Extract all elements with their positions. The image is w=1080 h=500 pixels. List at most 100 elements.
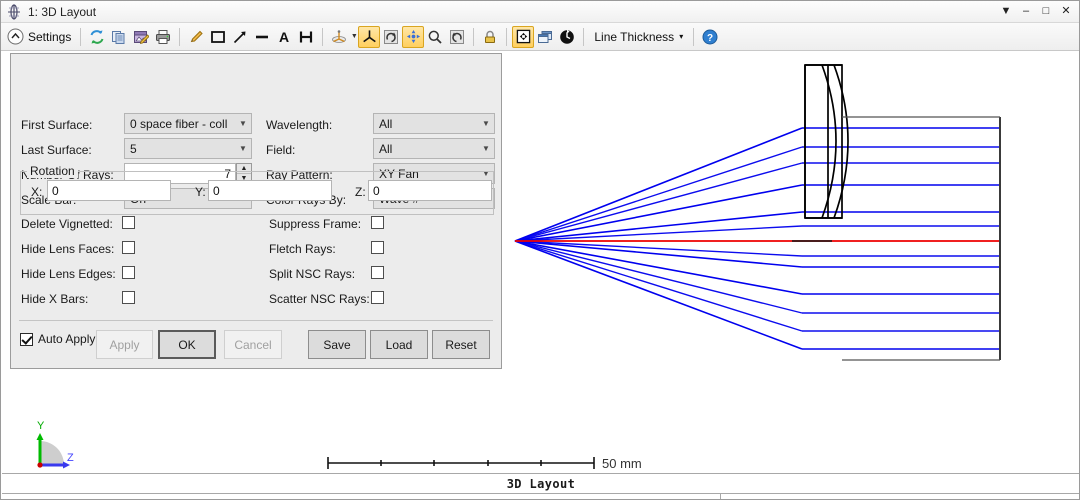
isometric-view-icon[interactable] bbox=[358, 25, 381, 48]
copy-icon[interactable] bbox=[108, 26, 130, 48]
settings-button[interactable]: Settings bbox=[5, 26, 75, 48]
fletch-rays-checkbox[interactable] bbox=[371, 241, 384, 254]
pencil-icon[interactable] bbox=[185, 26, 207, 48]
measure-icon[interactable] bbox=[295, 26, 317, 48]
reset-button[interactable]: Reset bbox=[432, 330, 490, 359]
toolbar-separator bbox=[473, 27, 475, 46]
rotation-y-value: 0 bbox=[213, 183, 220, 198]
rotation-y-label: Y: bbox=[195, 185, 206, 199]
refresh-icon[interactable] bbox=[86, 26, 108, 48]
svg-text:A: A bbox=[279, 29, 289, 45]
fletch-rays-label: Fletch Rays: bbox=[269, 242, 336, 256]
split-nsc-rays-checkbox[interactable] bbox=[371, 266, 384, 279]
auto-apply-label: Auto Apply bbox=[38, 332, 96, 346]
line-icon[interactable] bbox=[251, 26, 273, 48]
wavelength-combo[interactable]: All ▼ bbox=[373, 113, 495, 134]
wavelength-label: Wavelength: bbox=[266, 118, 333, 132]
chevron-down-icon: ▼ bbox=[482, 143, 490, 153]
last-surface-label: Last Surface: bbox=[21, 143, 92, 157]
window-close-button[interactable]: ✕ bbox=[1057, 3, 1075, 21]
last-surface-combo[interactable]: 5 ▼ bbox=[124, 138, 252, 159]
ok-button[interactable]: OK bbox=[158, 330, 216, 359]
chevron-down-icon: ▾ bbox=[679, 32, 684, 41]
text-icon[interactable]: A bbox=[273, 26, 295, 48]
print-icon[interactable] bbox=[152, 26, 174, 48]
first-surface-value: 0 space fiber - coll bbox=[130, 116, 228, 131]
app-window: 1: 3D Layout ▼ – □ ✕ Settings A ▼ Line T… bbox=[0, 0, 1080, 500]
orientation-caret-icon[interactable]: ▼ bbox=[350, 26, 358, 48]
hide-lens-faces-label: Hide Lens Faces: bbox=[21, 242, 115, 256]
rotation-x-label: X: bbox=[31, 185, 43, 199]
undo-zoom-icon[interactable] bbox=[446, 26, 468, 48]
fit-window-icon[interactable] bbox=[512, 25, 535, 48]
field-label: Field: bbox=[266, 143, 296, 157]
zoom-icon[interactable] bbox=[424, 26, 446, 48]
settings-label: Settings bbox=[28, 29, 72, 44]
rotation-group-title: Rotation bbox=[27, 164, 78, 178]
scatter-nsc-rays-checkbox[interactable] bbox=[371, 291, 384, 304]
last-surface-value: 5 bbox=[130, 141, 137, 156]
orientation-icon[interactable] bbox=[328, 26, 350, 48]
axis-y-label: Y bbox=[37, 420, 45, 432]
toolbar: Settings A ▼ Line Thickness ▾ ? bbox=[1, 23, 1079, 51]
load-button[interactable]: Load bbox=[370, 330, 428, 359]
delete-vignetted-checkbox[interactable] bbox=[122, 216, 135, 229]
window-minimize-button[interactable]: – bbox=[1017, 3, 1035, 21]
rotate-icon[interactable] bbox=[380, 26, 402, 48]
toolbar-separator bbox=[179, 27, 181, 46]
rectangle-icon[interactable] bbox=[207, 26, 229, 48]
hide-x-bars-checkbox[interactable] bbox=[122, 291, 135, 304]
axis-z-label: Z bbox=[67, 452, 74, 464]
rotation-x-value: 0 bbox=[52, 183, 59, 198]
auto-apply-toggle[interactable]: Auto Apply bbox=[20, 332, 95, 346]
toolbar-separator bbox=[506, 27, 508, 46]
window-dropdown-button[interactable]: ▼ bbox=[997, 3, 1015, 21]
rotation-y-input[interactable]: 0 bbox=[208, 180, 332, 201]
hide-lens-faces-checkbox[interactable] bbox=[122, 241, 135, 254]
rotation-z-input[interactable]: 0 bbox=[368, 180, 492, 201]
caption-bar: 3D Layout bbox=[2, 473, 1079, 494]
rotation-z-label: Z: bbox=[355, 185, 366, 199]
chevron-up-circle-icon bbox=[7, 28, 24, 45]
suppress-frame-checkbox[interactable] bbox=[371, 216, 384, 229]
window-title: 1: 3D Layout bbox=[28, 4, 97, 19]
apply-button[interactable]: Apply bbox=[96, 330, 153, 359]
window-controls: ▼ – □ ✕ bbox=[997, 3, 1075, 21]
save-button[interactable]: Save bbox=[308, 330, 366, 359]
first-surface-label: First Surface: bbox=[21, 118, 93, 132]
toolbar-separator bbox=[583, 27, 585, 46]
field-combo[interactable]: All ▼ bbox=[373, 138, 495, 159]
window-clone-icon[interactable] bbox=[534, 26, 556, 48]
rotation-x-input[interactable]: 0 bbox=[47, 180, 171, 201]
delete-vignetted-label: Delete Vignetted: bbox=[21, 217, 113, 231]
wavelength-value: All bbox=[379, 116, 393, 131]
window-maximize-button[interactable]: □ bbox=[1037, 3, 1055, 21]
image-frame bbox=[842, 116, 1000, 361]
chevron-down-icon: ▼ bbox=[239, 118, 247, 128]
rotation-z-value: 0 bbox=[373, 183, 380, 198]
chevron-down-icon: ▼ bbox=[239, 143, 247, 153]
refresh-clock-icon[interactable] bbox=[556, 26, 578, 48]
auto-apply-checkbox[interactable] bbox=[20, 332, 33, 346]
status-bar bbox=[2, 494, 1079, 499]
first-surface-combo[interactable]: 0 space fiber - coll ▼ bbox=[124, 113, 252, 134]
scatter-nsc-rays-label: Scatter NSC Rays: bbox=[269, 292, 370, 306]
status-bar-divider bbox=[720, 494, 721, 499]
lock-icon[interactable] bbox=[479, 26, 501, 48]
cancel-button[interactable]: Cancel bbox=[224, 330, 282, 359]
toolbar-separator bbox=[322, 27, 324, 46]
line-thickness-label: Line Thickness bbox=[594, 29, 675, 44]
line-thickness-dropdown[interactable]: Line Thickness ▾ bbox=[589, 26, 688, 48]
settings-panel: First Surface: Last Surface: Number Of R… bbox=[10, 53, 502, 369]
suppress-frame-label: Suppress Frame: bbox=[269, 217, 362, 231]
help-icon[interactable]: ? bbox=[699, 26, 721, 48]
arrow-icon[interactable] bbox=[229, 26, 251, 48]
save-image-icon[interactable] bbox=[130, 26, 152, 48]
toolbar-separator bbox=[80, 27, 82, 46]
hide-lens-edges-checkbox[interactable] bbox=[122, 266, 135, 279]
scale-bar-label: 50 mm bbox=[602, 456, 642, 471]
hide-x-bars-label: Hide X Bars: bbox=[21, 292, 89, 306]
pan-icon[interactable] bbox=[402, 25, 425, 48]
chevron-down-icon: ▼ bbox=[482, 118, 490, 128]
axis-indicator: Y Z bbox=[36, 420, 74, 469]
